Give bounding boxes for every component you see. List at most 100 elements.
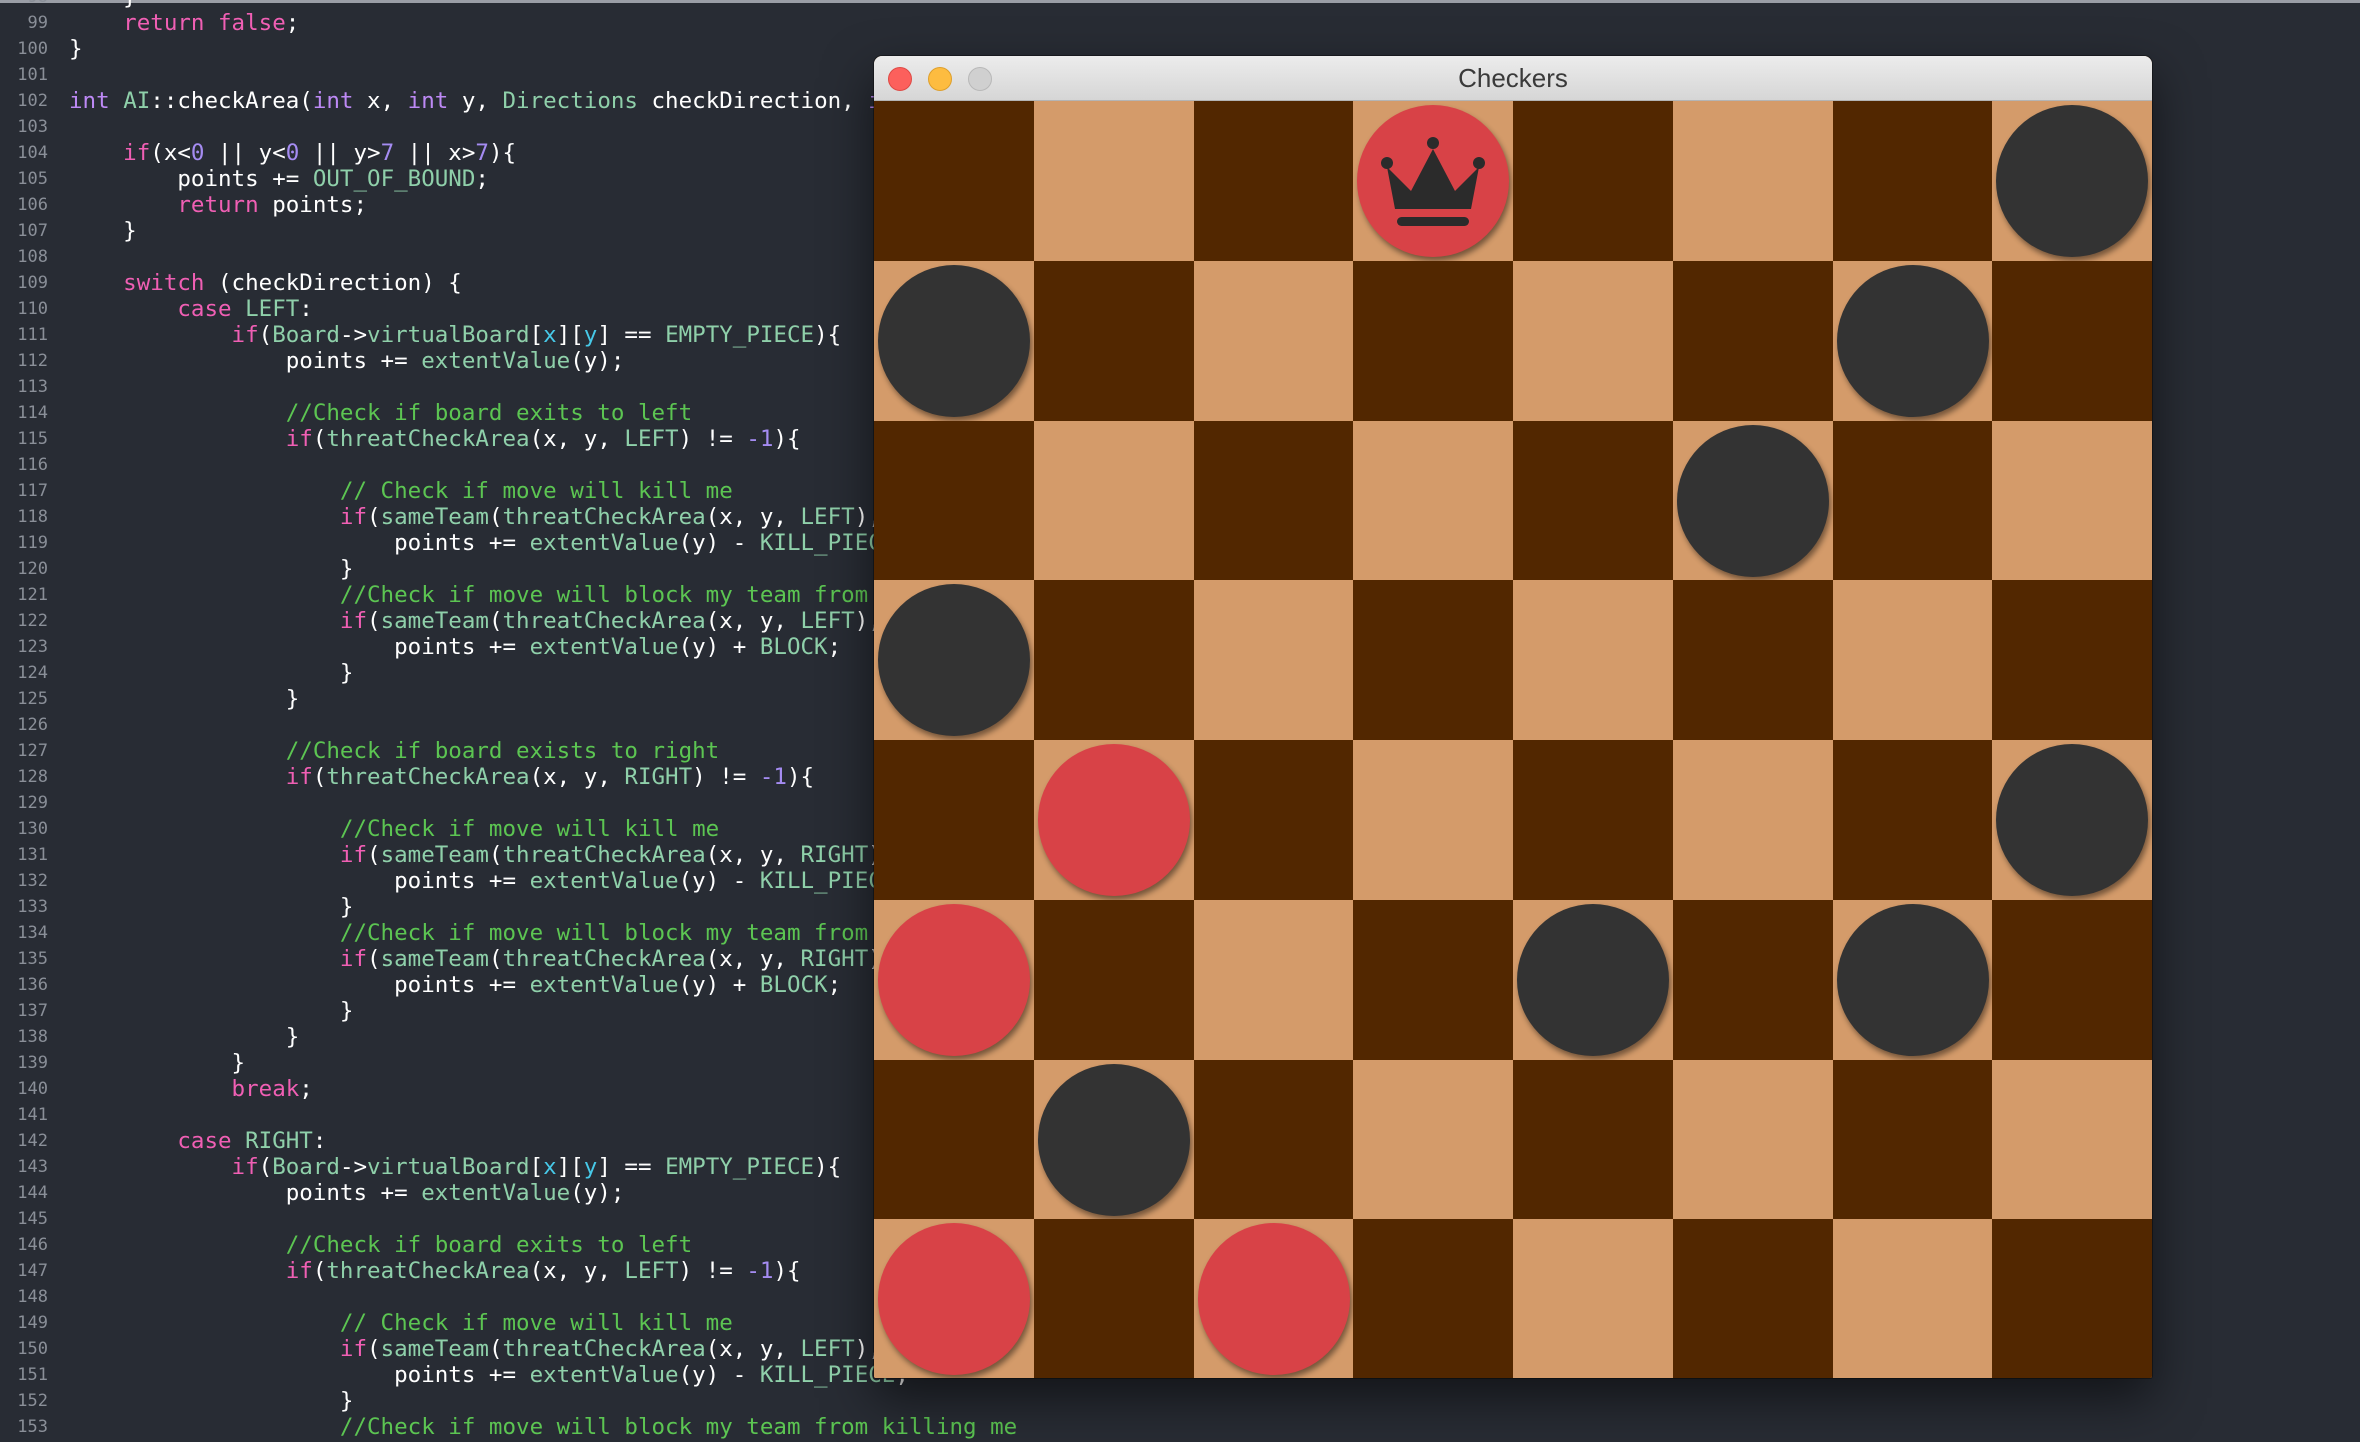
black-piece[interactable] bbox=[1517, 904, 1669, 1056]
board-square[interactable] bbox=[1673, 740, 1833, 900]
board-square[interactable] bbox=[1833, 1060, 1992, 1219]
board-square[interactable] bbox=[1992, 1219, 2152, 1378]
red-king-piece[interactable] bbox=[1357, 105, 1509, 257]
code-text: break; bbox=[69, 1076, 313, 1102]
board-square[interactable] bbox=[1194, 580, 1353, 740]
board-square[interactable] bbox=[1833, 900, 1992, 1060]
code-token: || x> bbox=[394, 140, 476, 166]
board-square[interactable] bbox=[874, 421, 1034, 580]
board-square[interactable] bbox=[1513, 101, 1673, 261]
code-token: } bbox=[69, 0, 137, 10]
board-square[interactable] bbox=[1353, 1219, 1513, 1378]
code-text: return false; bbox=[69, 10, 299, 36]
red-piece[interactable] bbox=[1038, 744, 1190, 896]
board-square[interactable] bbox=[1353, 900, 1513, 1060]
board-square[interactable] bbox=[1034, 580, 1194, 740]
board-square[interactable] bbox=[1833, 580, 1992, 740]
board-square[interactable] bbox=[1194, 900, 1353, 1060]
board-square[interactable] bbox=[1194, 261, 1353, 421]
board-square[interactable] bbox=[1353, 1060, 1513, 1219]
board-square[interactable] bbox=[1353, 580, 1513, 740]
code-token: switch bbox=[69, 270, 205, 296]
red-piece[interactable] bbox=[878, 1223, 1030, 1375]
black-piece[interactable] bbox=[1837, 265, 1989, 417]
line-number: 101 bbox=[17, 65, 48, 85]
board-square[interactable] bbox=[874, 740, 1034, 900]
board-square[interactable] bbox=[1833, 1219, 1992, 1378]
board-square[interactable] bbox=[1513, 261, 1673, 421]
board-square[interactable] bbox=[1194, 740, 1353, 900]
board-square[interactable] bbox=[1992, 101, 2152, 261]
board-square[interactable] bbox=[1833, 740, 1992, 900]
black-piece[interactable] bbox=[878, 584, 1030, 736]
board-square[interactable] bbox=[1034, 421, 1194, 580]
board-square[interactable] bbox=[1673, 580, 1833, 740]
window-titlebar[interactable]: Checkers bbox=[874, 56, 2152, 101]
board-square[interactable] bbox=[1353, 261, 1513, 421]
black-piece[interactable] bbox=[878, 265, 1030, 417]
board-square[interactable] bbox=[1992, 740, 2152, 900]
board-square[interactable] bbox=[1034, 261, 1194, 421]
board-square[interactable] bbox=[1194, 1219, 1353, 1378]
board-square[interactable] bbox=[874, 101, 1034, 261]
board-square[interactable] bbox=[1673, 261, 1833, 421]
board-square[interactable] bbox=[1194, 1060, 1353, 1219]
board-square[interactable] bbox=[874, 900, 1034, 1060]
black-piece[interactable] bbox=[1677, 425, 1829, 577]
board-square[interactable] bbox=[1992, 261, 2152, 421]
board-square[interactable] bbox=[1034, 740, 1194, 900]
board-square[interactable] bbox=[1673, 1060, 1833, 1219]
board-square[interactable] bbox=[1992, 580, 2152, 740]
black-piece[interactable] bbox=[1837, 904, 1989, 1056]
board-square[interactable] bbox=[1353, 421, 1513, 580]
code-line[interactable]: 153 //Check if move will block my team f… bbox=[0, 1414, 2360, 1440]
board-square[interactable] bbox=[1513, 900, 1673, 1060]
black-piece[interactable] bbox=[1996, 744, 2148, 896]
board-square[interactable] bbox=[1673, 421, 1833, 580]
black-piece[interactable] bbox=[1038, 1064, 1190, 1216]
code-line[interactable]: 99 return false; bbox=[0, 10, 2360, 36]
code-token: virtualBoard bbox=[367, 322, 530, 348]
board-square[interactable] bbox=[874, 1060, 1034, 1219]
checkers-window[interactable]: Checkers bbox=[874, 56, 2152, 1378]
board-square[interactable] bbox=[1513, 580, 1673, 740]
board-square[interactable] bbox=[1833, 101, 1992, 261]
board-square[interactable] bbox=[874, 1219, 1034, 1378]
board-square[interactable] bbox=[1833, 261, 1992, 421]
board-square[interactable] bbox=[1992, 421, 2152, 580]
board-square[interactable] bbox=[1673, 900, 1833, 1060]
code-text: if(sameTeam(threatCheckArea(x, y, LEFT), bbox=[69, 504, 882, 530]
line-number: 105 bbox=[17, 169, 48, 189]
code-token: //Check if board exits to left bbox=[69, 400, 693, 426]
code-token: if bbox=[69, 1336, 368, 1362]
code-line[interactable]: 152 } bbox=[0, 1388, 2360, 1414]
board-square[interactable] bbox=[1034, 101, 1194, 261]
code-line[interactable]: 98 } bbox=[0, 0, 2360, 10]
board-square[interactable] bbox=[1673, 1219, 1833, 1378]
code-token: if bbox=[69, 946, 368, 972]
red-piece[interactable] bbox=[878, 904, 1030, 1056]
red-piece[interactable] bbox=[1198, 1223, 1350, 1375]
board-square[interactable] bbox=[1513, 1219, 1673, 1378]
board-square[interactable] bbox=[874, 580, 1034, 740]
board-square[interactable] bbox=[1513, 421, 1673, 580]
board-square[interactable] bbox=[1194, 421, 1353, 580]
board-square[interactable] bbox=[1673, 101, 1833, 261]
board-square[interactable] bbox=[1833, 421, 1992, 580]
board-square[interactable] bbox=[1513, 740, 1673, 900]
board-square[interactable] bbox=[1992, 900, 2152, 1060]
code-token: if bbox=[69, 1258, 313, 1284]
board-square[interactable] bbox=[1353, 101, 1513, 261]
board-square[interactable] bbox=[1992, 1060, 2152, 1219]
board-square[interactable] bbox=[1353, 740, 1513, 900]
board-square[interactable] bbox=[1513, 1060, 1673, 1219]
board-square[interactable] bbox=[1034, 900, 1194, 1060]
checkers-board[interactable] bbox=[874, 101, 2152, 1378]
code-text: points += OUT_OF_BOUND; bbox=[69, 166, 489, 192]
black-piece[interactable] bbox=[1996, 105, 2148, 257]
code-token: RIGHT bbox=[624, 764, 693, 790]
board-square[interactable] bbox=[1034, 1060, 1194, 1219]
board-square[interactable] bbox=[1194, 101, 1353, 261]
board-square[interactable] bbox=[874, 261, 1034, 421]
board-square[interactable] bbox=[1034, 1219, 1194, 1378]
